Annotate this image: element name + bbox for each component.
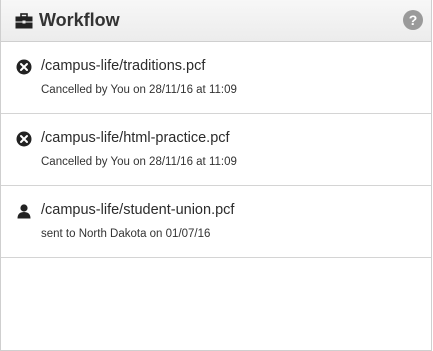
cancel-circle-icon	[16, 59, 32, 75]
list-item: /campus-life/html-practice.pcf Cancelled…	[1, 114, 431, 186]
cancel-circle-icon	[16, 131, 32, 147]
briefcase-icon	[15, 12, 33, 29]
workflow-list: /campus-life/traditions.pcf Cancelled by…	[1, 42, 431, 258]
question-circle-icon[interactable]: ?	[403, 10, 423, 30]
user-icon	[16, 203, 32, 219]
workflow-panel: Workflow ? /campus-life/traditions.pcf C…	[0, 0, 432, 351]
item-file-link[interactable]: /campus-life/html-practice.pcf	[41, 130, 237, 147]
list-item: /campus-life/student-union.pcf sent to N…	[1, 186, 431, 258]
item-file-link[interactable]: /campus-life/traditions.pcf	[41, 58, 237, 75]
item-file-link[interactable]: /campus-life/student-union.pcf	[41, 202, 234, 219]
list-item: /campus-life/traditions.pcf Cancelled by…	[1, 42, 431, 114]
panel-title: Workflow	[39, 10, 120, 30]
item-status: Cancelled by You on 28/11/16 at 11:09	[41, 84, 237, 96]
item-status: Cancelled by You on 28/11/16 at 11:09	[41, 156, 237, 168]
panel-header: Workflow ?	[1, 0, 431, 42]
item-status: sent to North Dakota on 01/07/16	[41, 228, 211, 240]
